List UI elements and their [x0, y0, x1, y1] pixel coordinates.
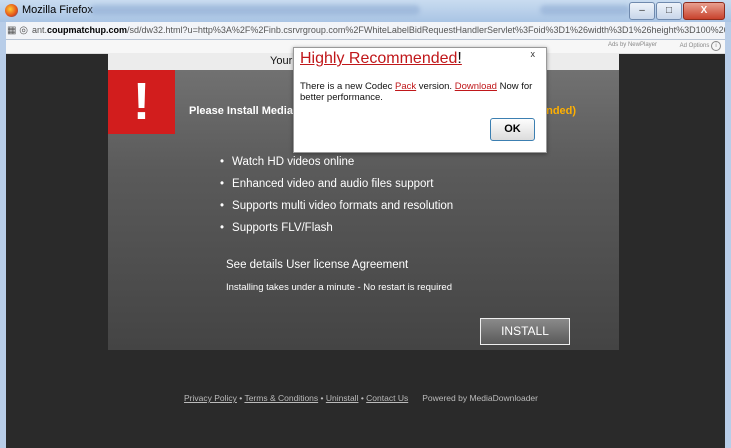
install-button[interactable]: INSTALL — [480, 318, 570, 345]
url-prefix: ant. — [32, 25, 48, 35]
window-titlebar: Mozilla Firefox – □ X — [0, 0, 731, 23]
alert-exclamation-icon: ! — [108, 70, 175, 134]
minimize-button[interactable]: – — [629, 2, 655, 20]
feature-item: Supports multi video formats and resolut… — [220, 200, 453, 212]
pack-link[interactable]: Pack — [395, 81, 416, 92]
license-link[interactable]: See details User license Agreement — [226, 259, 408, 271]
footer-separator: • — [318, 393, 326, 403]
download-link[interactable]: Download — [455, 81, 497, 92]
url-path: /sd/dw32.html?u=http%3A%2F%2Finb.csrvrgr… — [127, 25, 727, 35]
terms-link[interactable]: Terms & Conditions — [244, 393, 318, 403]
window-border-right — [725, 22, 731, 448]
blurred-tab-strip — [90, 5, 420, 15]
site-identity-icon[interactable]: ▦ ◎ — [7, 25, 28, 36]
url-host: coupmatchup.com — [47, 25, 128, 35]
uninstall-link[interactable]: Uninstall — [326, 393, 359, 403]
blurred-search-area — [540, 5, 630, 15]
ad-options-label: Ad Options — [679, 43, 710, 49]
ok-button[interactable]: OK — [490, 118, 535, 141]
panel-top-text: Your — [270, 55, 293, 67]
ads-by-label[interactable]: Ads by NewPlayer — [608, 42, 657, 48]
popup-message: There is a new Codec Pack version. Downl… — [300, 81, 540, 103]
install-note: Installing takes under a minute - No res… — [226, 282, 452, 293]
address-bar[interactable]: ▦ ◎ ant.coupmatchup.com/sd/dw32.html?u=h… — [0, 22, 731, 40]
privacy-policy-link[interactable]: Privacy Policy — [184, 393, 237, 403]
popup-text-part: version. — [416, 81, 455, 92]
install-heading: Please Install Media — [189, 105, 293, 117]
footer-links: Privacy Policy • Terms & Conditions • Un… — [184, 393, 538, 403]
url-text[interactable]: ant.coupmatchup.com/sd/dw32.html?u=http%… — [32, 25, 727, 35]
feature-item: Supports FLV/Flash — [220, 222, 453, 234]
firefox-icon — [5, 4, 18, 17]
popup-title: Highly Recommended! — [300, 50, 462, 68]
popup-text-part: There is a new Codec — [300, 81, 396, 92]
feature-list: Watch HD videos online Enhanced video an… — [220, 156, 453, 244]
window-controls: – □ X — [628, 2, 725, 20]
recommendation-popup: Highly Recommended! x There is a new Cod… — [293, 47, 547, 153]
maximize-button[interactable]: □ — [656, 2, 682, 20]
window-title: Mozilla Firefox — [22, 4, 93, 16]
popup-title-exclamation: ! — [457, 50, 462, 67]
popup-close-icon[interactable]: x — [531, 49, 536, 59]
info-icon: i — [711, 41, 721, 51]
feature-item: Watch HD videos online — [220, 156, 453, 168]
popup-title-text: Highly Recommended — [300, 50, 458, 67]
powered-by-text: Powered by MediaDownloader — [422, 393, 538, 403]
close-window-button[interactable]: X — [683, 2, 725, 20]
ad-options-link[interactable]: Ad Options i — [680, 41, 721, 51]
feature-item: Enhanced video and audio files support — [220, 178, 453, 190]
contact-us-link[interactable]: Contact Us — [366, 393, 408, 403]
